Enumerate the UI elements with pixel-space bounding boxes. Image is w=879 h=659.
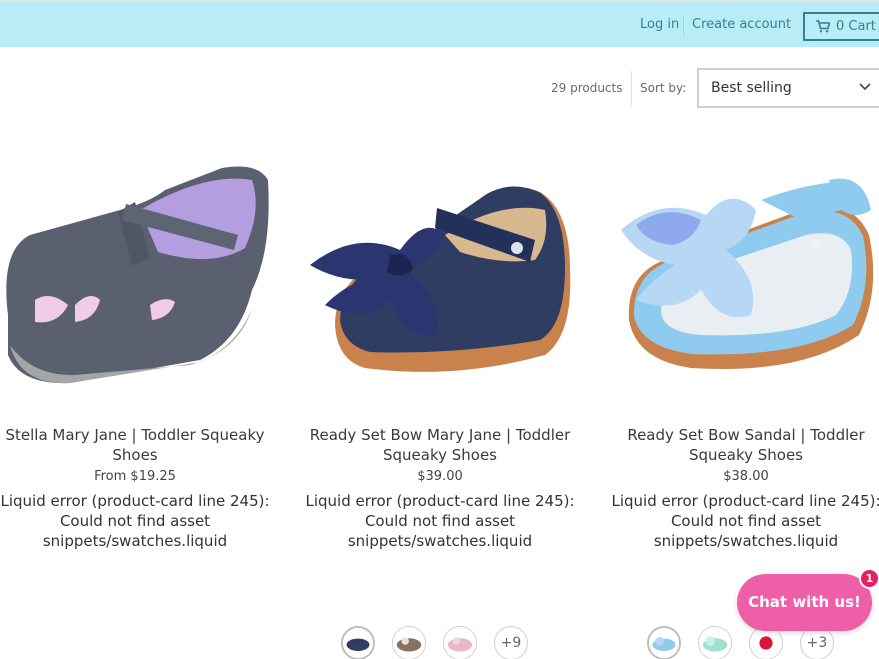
product-image-ready-set-bow-sandal[interactable] bbox=[601, 140, 879, 400]
product-price: From $19.25 bbox=[94, 469, 176, 484]
cart-icon bbox=[816, 20, 830, 33]
product-image-stella[interactable] bbox=[0, 140, 280, 400]
chat-notification-badge: 1 bbox=[859, 568, 879, 589]
product-title[interactable]: Ready Set Bow Mary Jane | Toddler Squeak… bbox=[295, 425, 585, 465]
product-count: 29 products bbox=[551, 81, 623, 95]
sort-label: Sort by: bbox=[640, 81, 687, 95]
product-title[interactable]: Ready Set Bow Sandal | Toddler Squeaky S… bbox=[601, 425, 879, 465]
liquid-error-text: Liquid error (product-card line 245): Co… bbox=[611, 492, 879, 550]
top-bar: Log in Create account 0 Cart bbox=[0, 0, 879, 47]
product-card[interactable]: Stella Mary Jane | Toddler Squeaky Shoes… bbox=[0, 140, 280, 570]
header-divider bbox=[683, 15, 684, 37]
product-price: $39.00 bbox=[417, 469, 463, 484]
sort-select[interactable]: Best selling bbox=[697, 68, 879, 108]
chat-button[interactable]: Chat with us! bbox=[737, 574, 872, 631]
color-swatch[interactable] bbox=[443, 626, 477, 659]
product-title[interactable]: Stella Mary Jane | Toddler Squeaky Shoes bbox=[0, 425, 280, 465]
cart-label: 0 Cart bbox=[836, 19, 876, 34]
sort-value: Best selling bbox=[711, 80, 792, 96]
product-card[interactable]: Ready Set Bow Mary Jane | Toddler Squeak… bbox=[295, 140, 585, 570]
sort-divider bbox=[631, 71, 632, 107]
liquid-error-text: Liquid error (product-card line 245): Co… bbox=[0, 492, 270, 550]
create-account-link[interactable]: Create account bbox=[692, 17, 791, 32]
color-swatch[interactable] bbox=[647, 626, 681, 659]
product-price: $38.00 bbox=[723, 469, 769, 484]
more-swatches-button[interactable]: +9 bbox=[494, 626, 528, 659]
cart-button[interactable]: 0 Cart bbox=[803, 12, 879, 41]
product-image-ready-set-bow-mary-jane[interactable] bbox=[295, 140, 585, 400]
color-swatch[interactable] bbox=[392, 626, 426, 659]
chevron-down-icon bbox=[859, 83, 871, 91]
liquid-error-text: Liquid error (product-card line 245): Co… bbox=[305, 492, 575, 550]
color-swatch[interactable] bbox=[698, 626, 732, 659]
login-link[interactable]: Log in bbox=[640, 17, 679, 32]
color-swatch[interactable] bbox=[341, 626, 375, 659]
product-card[interactable]: Ready Set Bow Sandal | Toddler Squeaky S… bbox=[601, 140, 879, 570]
